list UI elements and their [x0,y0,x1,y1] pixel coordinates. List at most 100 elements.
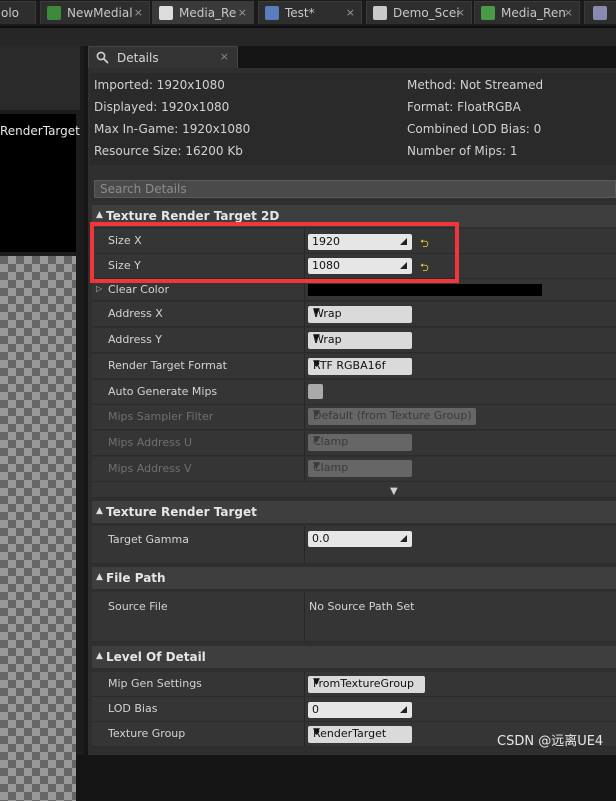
editor-tab-bar: olo NewMedial × Media_Re × Test* × Demo_… [0,0,616,26]
target-gamma-input[interactable]: 0.0 [308,531,412,547]
source-file-value: No Source Path Set [309,600,415,613]
collapse-arrow-icon: ▲ [96,210,103,220]
prop-label: Mip Gen Settings [108,677,202,690]
texture-preview-checkerboard[interactable] [0,256,76,801]
category-title: Level Of Detail [106,650,206,664]
tab-newmedia[interactable]: NewMedial × [40,1,150,24]
prop-label: Mips Address U [108,436,193,449]
chevron-down-icon: ▼ [313,461,320,471]
info-method: Method: Not Streamed [407,78,544,92]
drag-handle-icon[interactable] [399,705,408,714]
details-search-icon [96,51,109,64]
clear-color-swatch[interactable] [308,284,542,296]
category-level-of-detail[interactable]: ▲ Level Of Detail [92,646,616,668]
auto-generate-mips-checkbox[interactable] [308,384,323,399]
collapse-arrow-icon: ▲ [96,506,103,516]
category-title: File Path [106,571,166,585]
tab-label: NewMedial [67,6,133,20]
column-divider [304,405,305,429]
tab-demo-scene[interactable]: Demo_Scei × [366,1,472,24]
tab-label: olo [1,6,20,20]
lod-bias-input[interactable]: 0 [308,702,412,718]
chevron-down-icon: ▼ [313,409,320,419]
prop-label: LOD Bias [108,702,158,715]
tab-overflow-icon [593,6,607,20]
show-advanced-icon[interactable]: ▼ [390,486,398,497]
column-divider [304,354,305,378]
chevron-down-icon: ▼ [313,727,320,737]
prop-label: Auto Generate Mips [108,385,218,398]
prop-label: Render Target Format [108,359,227,372]
column-divider [304,722,305,746]
prop-label: Clear Color [108,283,169,296]
category-title: Texture Render Target 2D [106,209,280,223]
tab-0[interactable]: olo [0,1,36,24]
search-placeholder: Search Details [100,182,187,196]
prop-source-file: Source File No Source Path Set [92,592,616,642]
collapse-arrow-icon: ▲ [96,572,103,582]
tab-media-ren[interactable]: Media_Ren × [474,1,580,24]
chevron-down-icon: ▼ [313,333,320,343]
tab-label: Demo_Scei [393,6,460,20]
column-divider [304,302,305,326]
prop-auto-generate-mips: Auto Generate Mips [92,380,616,405]
column-divider [304,380,305,404]
tab-test[interactable]: Test* × [258,1,362,24]
mips-address-u-dropdown: Clamp ▼ [308,434,412,451]
texture-info: Imported: 1920x1080 Displayed: 1920x1080… [90,73,616,165]
blueprint-icon [265,6,279,20]
column-divider [304,526,305,563]
mips-address-v-dropdown: Clamp ▼ [308,460,412,477]
collapse-arrow-icon: ▲ [96,651,103,661]
texture-icon [159,6,173,20]
watermark: CSDN @远离UE4 [497,734,604,749]
info-resource-size: Resource Size: 16200 Kb [94,144,243,158]
details-tab[interactable]: Details × [88,46,238,68]
drag-handle-icon[interactable] [399,534,408,543]
chevron-down-icon: ▼ [313,677,320,687]
address-x-dropdown[interactable]: Wrap ▼ [308,306,412,323]
column-divider [304,328,305,352]
info-format: Format: FloatRGBA [407,100,521,114]
prop-label: Mips Sampler Filter [108,410,214,423]
close-icon[interactable]: × [220,50,229,63]
tab-label: Media_Ren [501,6,566,20]
column-divider [304,457,305,481]
category-texture-render-target[interactable]: ▲ Texture Render Target [92,501,616,523]
close-icon[interactable]: × [346,2,355,24]
close-icon[interactable]: × [238,2,247,24]
chevron-down-icon: ▼ [313,359,320,369]
info-max-in-game: Max In-Game: 1920x1080 [94,122,251,136]
prop-label: Address Y [108,333,163,346]
tab-overflow[interactable] [584,1,616,24]
expand-arrow-icon[interactable]: ▷ [96,284,102,293]
chevron-down-icon: ▼ [313,307,320,317]
mip-gen-settings-dropdown[interactable]: FromTextureGroup ▼ [308,676,425,693]
render-target-format-dropdown[interactable]: RTF RGBA16f ▼ [308,358,412,375]
target-gamma-value: 0.0 [312,532,330,545]
material-icon [481,6,495,20]
info-displayed: Displayed: 1920x1080 [94,100,230,114]
column-divider [304,697,305,721]
texture-group-dropdown[interactable]: RenderTarget ▼ [308,726,412,743]
toolbar-strip [0,26,616,46]
lod-bias-value: 0 [312,703,319,716]
highlight-box [90,222,459,283]
close-icon[interactable]: × [134,2,143,24]
category-file-path[interactable]: ▲ File Path [92,567,616,589]
address-y-dropdown[interactable]: Wrap ▼ [308,332,412,349]
column-divider [304,672,305,696]
mips-sampler-filter-dropdown: Default (from Texture Group) ▼ [308,408,476,425]
tab-label: Test* [285,6,315,20]
advanced-expander[interactable] [92,482,616,498]
close-icon[interactable]: × [564,2,573,24]
info-num-mips: Number of Mips: 1 [407,144,518,158]
category-title: Texture Render Target [106,505,257,519]
prop-label: Texture Group [108,727,186,740]
search-details-input[interactable]: Search Details [94,180,616,198]
tab-media-re[interactable]: Media_Re × [152,1,254,24]
close-icon[interactable]: × [456,2,465,24]
prop-label: Target Gamma [108,533,189,546]
info-combined-lod: Combined LOD Bias: 0 [407,122,542,136]
level-icon [373,6,387,20]
